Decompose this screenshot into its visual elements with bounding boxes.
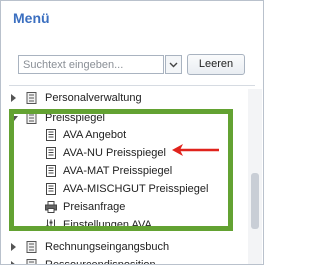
- tree-item-personalverwaltung[interactable]: Personalverwaltung: [1, 89, 231, 107]
- search-input[interactable]: [18, 55, 164, 74]
- tree-item-ressourcendisposition[interactable]: Ressourcendisposition: [1, 256, 231, 265]
- tree-item-preisspiegel[interactable]: Preisspiegel: [1, 109, 231, 127]
- tree-item-label: AVA-NU Preisspiegel: [63, 147, 166, 159]
- collapse-arrow-icon[interactable]: [10, 116, 18, 121]
- expand-arrow-icon[interactable]: [11, 243, 16, 251]
- settings-sliders-icon: [46, 219, 56, 231]
- menu-title: Menü: [13, 10, 50, 26]
- tree-item-label: AVA Angebot: [63, 129, 127, 141]
- tree-item-einstellungen-ava[interactable]: Einstellungen AVA: [1, 216, 221, 234]
- chevron-down-icon: [169, 62, 178, 67]
- document-icon: [46, 165, 56, 177]
- tree-item-label: AVA-MISCHGUT Preisspiegel: [63, 183, 209, 195]
- tree-item-label: Rechnungseingangsbuch: [45, 241, 170, 253]
- tree-scrollbar[interactable]: [248, 89, 262, 264]
- tree-item-rechnungseingangsbuch[interactable]: Rechnungseingangsbuch: [1, 238, 231, 256]
- module-icon: [26, 241, 37, 253]
- document-icon: [46, 183, 56, 195]
- search-dropdown-button[interactable]: [165, 55, 182, 74]
- tree-item-ava-mischgut-preisspiegel[interactable]: AVA-MISCHGUT Preisspiegel: [1, 180, 221, 198]
- menu-panel: Menü Leeren Personalverwaltung Preisspie…: [0, 0, 264, 265]
- module-icon: [26, 259, 37, 264]
- document-icon: [46, 147, 56, 159]
- clear-button[interactable]: Leeren: [187, 54, 245, 75]
- tree-item-label: Ressourcendisposition: [45, 259, 156, 265]
- tree-item-label: Einstellungen AVA: [63, 219, 152, 231]
- expand-arrow-icon[interactable]: [11, 261, 16, 264]
- printer-icon: [45, 201, 57, 213]
- tree-item-label: AVA-MAT Preisspiegel: [63, 165, 173, 177]
- tree-item-label: Preisspiegel: [45, 112, 105, 124]
- menu-tree: Personalverwaltung Preisspiegel AVA Ange…: [1, 89, 249, 265]
- divider: [9, 85, 255, 86]
- module-icon: [26, 92, 37, 104]
- red-arrow-annotation: [172, 144, 219, 156]
- tree-item-ava-angebot[interactable]: AVA Angebot: [1, 126, 221, 144]
- expand-arrow-icon[interactable]: [11, 94, 16, 102]
- document-icon: [46, 129, 56, 141]
- tree-item-label: Preisanfrage: [63, 201, 126, 213]
- tree-item-label: Personalverwaltung: [45, 92, 142, 104]
- scrollbar-thumb[interactable]: [251, 173, 259, 229]
- tree-item-preisanfrage[interactable]: Preisanfrage: [1, 198, 221, 216]
- tree-item-ava-mat-preisspiegel[interactable]: AVA-MAT Preisspiegel: [1, 162, 221, 180]
- module-icon: [26, 112, 37, 124]
